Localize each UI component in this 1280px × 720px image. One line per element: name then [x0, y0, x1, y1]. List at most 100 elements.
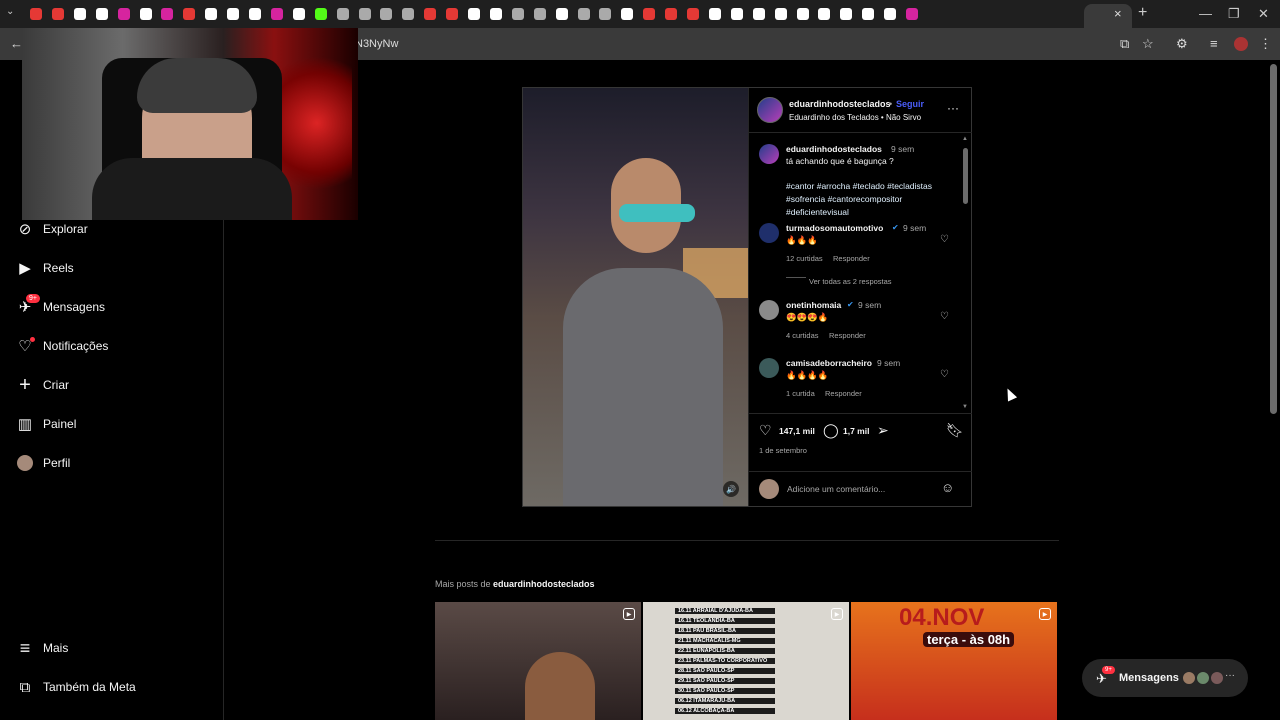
sidebar-item-reels[interactable]: ▶ Reels — [16, 256, 73, 280]
tab-favicon[interactable] — [314, 8, 327, 20]
like-count[interactable]: 147,1 mil — [779, 426, 815, 436]
tab-favicon[interactable] — [270, 8, 283, 20]
active-tab[interactable] — [1084, 4, 1132, 28]
tab-favicon[interactable] — [183, 8, 196, 20]
new-tab-button[interactable]: + — [1138, 4, 1147, 22]
tab-favicon[interactable] — [577, 8, 590, 20]
sidebar-item-explorar[interactable]: ⊘ Explorar — [16, 217, 88, 241]
tab-favicon[interactable] — [643, 8, 656, 20]
tab-favicon[interactable] — [336, 8, 349, 20]
more-options-icon[interactable]: ··· — [947, 101, 959, 115]
cast-icon[interactable]: ⧉ — [1120, 36, 1129, 52]
tab-favicon[interactable] — [424, 8, 437, 20]
audio-attribution[interactable]: Eduardinho dos Teclados • Não Sirvo — [789, 113, 921, 122]
tab-favicon[interactable] — [621, 8, 634, 20]
tab-favicon[interactable] — [511, 8, 524, 20]
tab-favicon[interactable] — [489, 8, 502, 20]
more-posts-username[interactable]: eduardinhodosteclados — [493, 579, 595, 589]
scroll-up-arrow[interactable]: ▲ — [962, 136, 968, 142]
tab-favicon[interactable] — [774, 8, 787, 20]
tab-favicon[interactable] — [380, 8, 393, 20]
comments-scrollbar[interactable]: ▲ ▼ — [962, 136, 969, 410]
reply-button[interactable]: Responder — [833, 254, 870, 263]
comment-username[interactable]: onetinhomaia — [786, 300, 841, 310]
tab-favicon[interactable] — [818, 8, 831, 20]
tab-favicon[interactable] — [884, 8, 897, 20]
bookmark-star-icon[interactable]: ☆ — [1142, 36, 1154, 52]
follow-button[interactable]: Seguir — [896, 99, 924, 109]
tab-favicon[interactable] — [249, 8, 261, 20]
sidebar-item-mensagens[interactable]: ✈ 9+ Mensagens — [16, 294, 105, 319]
scroll-down-arrow[interactable]: ▼ — [962, 404, 968, 410]
tab-favicon[interactable] — [446, 8, 459, 20]
media-control-icon[interactable]: ≡ — [1210, 36, 1218, 51]
tab-favicon[interactable] — [30, 8, 42, 20]
sidebar-item-criar[interactable]: + Criar — [16, 373, 69, 397]
tab-favicon[interactable] — [687, 8, 699, 20]
close-tab-icon[interactable]: × — [1114, 6, 1122, 21]
comment-likes[interactable]: 4 curtidas — [786, 331, 819, 340]
author-avatar[interactable] — [757, 97, 783, 123]
share-icon[interactable]: ➢ — [877, 422, 889, 439]
tab-favicon[interactable] — [906, 8, 918, 20]
page-scrollbar[interactable] — [1270, 64, 1277, 414]
like-comment-icon[interactable]: ♡ — [940, 369, 949, 380]
post-video[interactable]: 🔊 — [523, 88, 748, 506]
sidebar-item-notificacoes[interactable]: ♡ Notificações — [16, 334, 108, 358]
comment-username[interactable]: camisadeborracheiro — [786, 358, 872, 368]
close-window-button[interactable]: ✕ — [1258, 6, 1269, 22]
sound-icon[interactable]: 🔊 — [723, 481, 739, 497]
tab-favicon[interactable] — [95, 8, 108, 20]
save-bookmark-icon[interactable]: 🔖︎ — [946, 422, 964, 439]
post-thumbnail[interactable]: ▶ — [435, 602, 641, 720]
comment-avatar[interactable] — [759, 223, 779, 243]
author-username[interactable]: eduardinhodosteclados — [789, 99, 891, 109]
maximize-button[interactable]: ❐ — [1228, 6, 1240, 22]
post-thumbnail[interactable]: 04.NOV terça - às 08h ▶ — [851, 602, 1057, 720]
like-comment-icon[interactable]: ♡ — [940, 311, 949, 322]
sidebar-item-meta[interactable]: ⧉ Também da Meta — [16, 675, 136, 699]
tab-favicon[interactable] — [358, 8, 371, 20]
scroll-thumb[interactable] — [963, 148, 968, 204]
tab-favicon[interactable] — [468, 8, 480, 20]
tab-favicon[interactable] — [708, 8, 721, 20]
tab-favicon[interactable] — [840, 8, 853, 20]
comment-avatar[interactable] — [759, 358, 779, 378]
emoji-icon[interactable]: ☺ — [941, 480, 954, 495]
comment-likes[interactable]: 12 curtidas — [786, 254, 823, 263]
tab-search-icon[interactable]: ⌄ — [6, 6, 20, 20]
like-comment-icon[interactable]: ♡ — [940, 234, 949, 245]
caption-hashtags[interactable]: #cantor #arrocha #teclado #tecladistas #… — [786, 180, 956, 219]
comment-avatar[interactable] — [759, 300, 779, 320]
sidebar-item-mais[interactable]: ≡ Mais — [16, 636, 69, 660]
tab-favicon[interactable] — [533, 8, 546, 20]
tab-favicon[interactable] — [73, 8, 86, 20]
comment-username[interactable]: turmadosomautomotivo — [786, 223, 883, 233]
post-thumbnail[interactable]: 16.11 ARRAIAL D'AJUDA-BA 16.11 TEOLANDIA-… — [643, 602, 849, 720]
tab-favicon[interactable] — [227, 8, 240, 20]
comment-likes[interactable]: 1 curtida — [786, 389, 815, 398]
view-replies-button[interactable]: Ver todas as 2 respostas — [809, 277, 892, 286]
tab-favicon[interactable] — [752, 8, 765, 20]
tab-favicon[interactable] — [161, 8, 174, 20]
sidebar-item-painel[interactable]: ▥ Painel — [16, 412, 76, 436]
tab-favicon[interactable] — [402, 8, 415, 20]
reply-button[interactable]: Responder — [825, 389, 862, 398]
like-icon[interactable]: ♡ — [759, 422, 772, 439]
tab-favicon[interactable] — [205, 8, 218, 20]
comment-input[interactable] — [787, 481, 937, 497]
tab-favicon[interactable] — [51, 8, 64, 20]
caption-username[interactable]: eduardinhodosteclados — [786, 144, 882, 154]
tab-favicon[interactable] — [730, 8, 743, 20]
browser-profile-avatar[interactable] — [1234, 37, 1248, 51]
caption-avatar[interactable] — [759, 144, 779, 164]
browser-menu-icon[interactable]: ⋮ — [1259, 36, 1272, 52]
tab-favicon[interactable] — [599, 8, 612, 20]
tab-favicon[interactable] — [117, 8, 130, 20]
tab-favicon[interactable] — [796, 8, 809, 20]
sidebar-item-perfil[interactable]: Perfil — [16, 451, 70, 475]
tab-favicon[interactable] — [862, 8, 875, 20]
tab-favicon[interactable] — [665, 8, 678, 20]
url-text[interactable]: N3NyNw — [355, 38, 398, 50]
extensions-icon[interactable]: ⚙ — [1176, 36, 1188, 52]
